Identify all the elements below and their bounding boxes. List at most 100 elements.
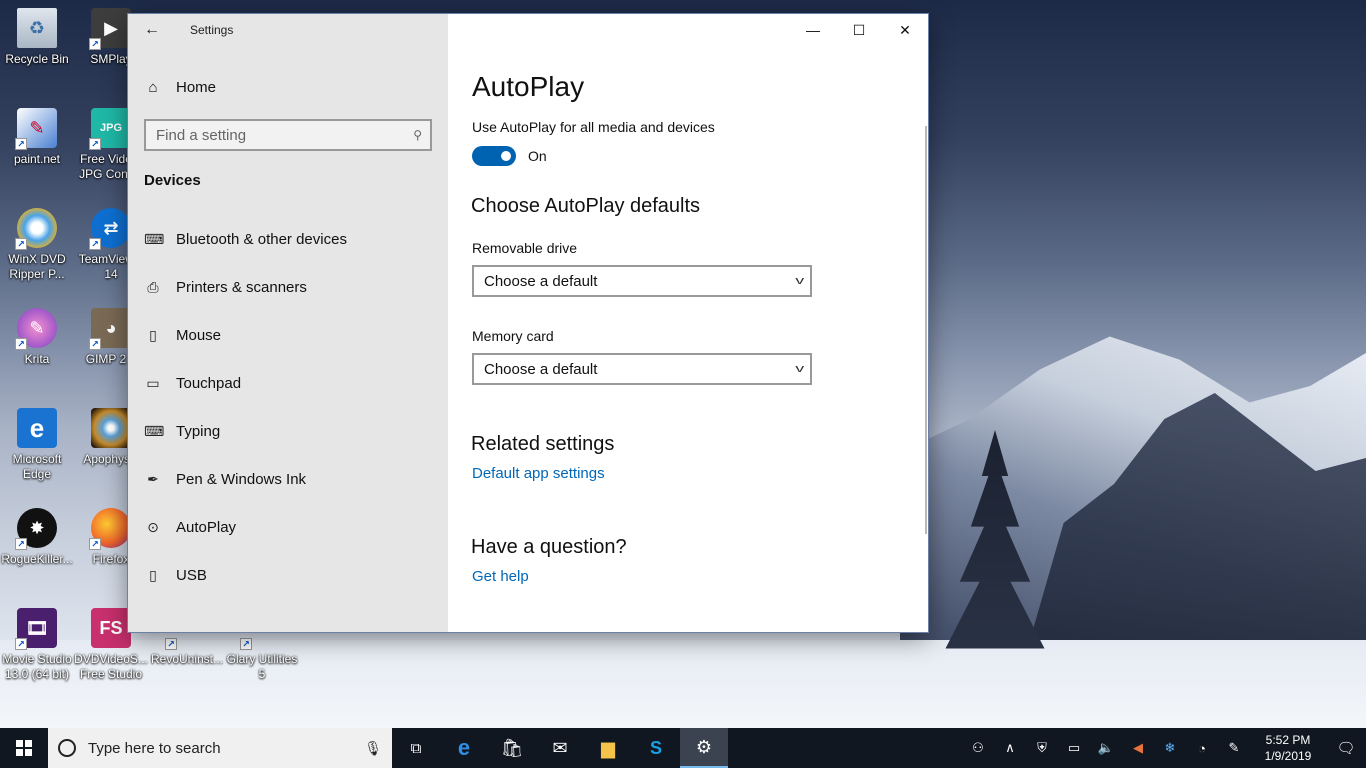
sidebar-item-autoplay[interactable]: ⊙ AutoPlay <box>128 503 448 551</box>
sidebar-item-label: Mouse <box>176 326 222 344</box>
sidebar-item-bluetooth[interactable]: ⌨ Bluetooth & other devices <box>128 215 448 263</box>
desktop-icon-label: RevoUninst... <box>150 652 224 666</box>
home-nav-item[interactable]: ⌂ Home <box>144 74 216 100</box>
mouse-icon: ▯ <box>149 326 157 343</box>
windows-logo-icon <box>16 740 32 756</box>
people-icon[interactable]: ⚇ <box>962 728 994 768</box>
edge-icon[interactable]: e <box>440 728 488 768</box>
get-help-link[interactable]: Get help <box>472 568 529 585</box>
maximize-button[interactable]: ☐ <box>836 14 882 46</box>
clock[interactable]: 5:52 PM 1/9/2019 <box>1250 732 1326 764</box>
cortana-icon <box>58 739 76 757</box>
start-button[interactable] <box>0 728 48 768</box>
speaker-app-icon[interactable]: ◀ <box>1122 728 1154 768</box>
minimize-button[interactable]: — <box>790 14 836 46</box>
paint-net-icon: ✎ ↗ <box>15 108 57 150</box>
sidebar-item-label: Printers & scanners <box>176 278 307 296</box>
teamviewer-icon: ⇄ ↗ <box>89 208 131 250</box>
pen-workspace-icon[interactable]: ✎ <box>1218 728 1250 768</box>
settings-sidebar: ← Settings ⌂ Home Find a setting ⚲ Devic… <box>128 14 448 632</box>
autoplay-icon: ⊙ <box>147 518 159 535</box>
snowflake-icon[interactable]: ❄ <box>1154 728 1186 768</box>
minimize-icon: — <box>806 22 820 38</box>
sidebar-item-printers[interactable]: ⎙ Printers & scanners <box>128 263 448 311</box>
gimp-icon: ◕ ↗ <box>89 308 131 350</box>
title-bar: ← Settings <box>128 14 448 46</box>
edge-icon: e <box>17 408 57 448</box>
search-placeholder: Find a setting <box>156 126 247 144</box>
clock-date: 1/9/2019 <box>1264 749 1312 763</box>
file-explorer-icon[interactable]: ▆ <box>584 728 632 768</box>
chevron-down-icon: v <box>794 363 804 375</box>
sidebar-item-typing[interactable]: ⌨ Typing <box>128 407 448 455</box>
microphone-icon[interactable]: 🎙 <box>364 740 382 757</box>
desktop-icon-edge[interactable]: e Microsoft Edge <box>0 408 74 482</box>
back-button[interactable]: ← <box>128 14 176 46</box>
sidebar-item-usb[interactable]: ▯ USB <box>128 551 448 599</box>
page-title: AutoPlay <box>472 71 585 102</box>
network-icon[interactable]: ◔ <box>1186 728 1218 768</box>
close-icon: ✕ <box>899 21 911 38</box>
sidebar-item-label: Bluetooth & other devices <box>176 230 347 248</box>
sidebar-item-pen[interactable]: ✒ Pen & Windows Ink <box>128 455 448 503</box>
sidebar-item-label: Typing <box>176 422 221 440</box>
sidebar-item-mouse[interactable]: ▯ Mouse <box>128 311 448 359</box>
task-view-icon[interactable]: ⧉ <box>392 728 440 768</box>
back-arrow-icon: ← <box>144 21 160 38</box>
winx-dvd-icon: ↗ <box>15 208 57 250</box>
firefox-icon: ↗ <box>89 508 131 550</box>
default-app-settings-link[interactable]: Default app settings <box>472 465 605 482</box>
autoplay-toggle-label: Use AutoPlay for all media and devices <box>472 119 715 135</box>
apophysis-icon <box>91 408 131 448</box>
sidebar-item-label: Pen & Windows Ink <box>176 470 307 488</box>
defaults-heading: Choose AutoPlay defaults <box>471 195 701 217</box>
recycle-bin-icon: ♻ <box>17 8 57 48</box>
autoplay-toggle[interactable] <box>472 146 516 166</box>
close-button[interactable]: ✕ <box>882 14 928 46</box>
desktop-icon-label: Recycle Bin <box>5 52 69 66</box>
desktop-icon-label: RogueKiller... <box>1 552 73 566</box>
search-icon[interactable]: ⚲ <box>413 128 422 142</box>
window-controls: — ☐ ✕ <box>790 14 928 46</box>
settings-icon[interactable]: ⚙ <box>680 728 728 768</box>
volume-icon[interactable]: 🔈 <box>1090 728 1122 768</box>
desktop-icon-label: Movie Studio 13.0 (64 bit) <box>2 652 72 681</box>
desktop-icon-label: SMPlay <box>90 52 132 66</box>
desktop-icon-label: Glary Utilities 5 <box>226 652 298 681</box>
scrollbar[interactable] <box>925 126 927 534</box>
taskbar: Type here to search 🎙 ⧉ e 🛍 ✉ ▆ S ⚙ ⚇ ∧ … <box>0 728 1366 768</box>
settings-content: — ☐ ✕ AutoPlay Use AutoPlay for all medi… <box>448 14 928 632</box>
system-tray: ⚇ ∧ ⛨ ▭ 🔈 ◀ ❄ ◔ ✎ 5:52 PM 1/9/2019 🗨 <box>962 728 1366 768</box>
defender-icon[interactable]: ⛨ <box>1026 728 1058 768</box>
notification-icon[interactable]: 🗨 <box>1326 728 1366 768</box>
devices-nav-list: ⌨ Bluetooth & other devices ⎙ Printers &… <box>128 215 448 599</box>
chevron-down-icon: v <box>794 275 804 287</box>
smplayer-icon: ▶ ↗ <box>89 8 131 50</box>
skype-icon[interactable]: S <box>632 728 680 768</box>
roguekiller-icon: ✸ ↗ <box>15 508 57 550</box>
desktop-icon-winx-dvd[interactable]: ↗ WinX DVD Ripper P... <box>0 208 74 282</box>
removable-drive-select[interactable]: Choose a default v <box>472 265 812 297</box>
sidebar-item-touchpad[interactable]: ▭ Touchpad <box>128 359 448 407</box>
desktop-icon-label: DVDVideoS... Free Studio <box>74 652 148 681</box>
desktop-icon-recycle-bin[interactable]: ♻ Recycle Bin <box>0 8 74 67</box>
mail-icon[interactable]: ✉ <box>536 728 584 768</box>
related-settings-heading: Related settings <box>471 433 615 455</box>
taskbar-search[interactable]: Type here to search 🎙 <box>48 728 392 768</box>
home-icon: ⌂ <box>148 78 158 96</box>
printer-icon: ⎙ <box>147 278 159 295</box>
desktop-icon-krita[interactable]: ✎ ↗ Krita <box>0 308 74 367</box>
find-setting-input[interactable]: Find a setting ⚲ <box>144 119 432 151</box>
removable-drive-value: Choose a default <box>484 272 598 290</box>
taskbar-search-placeholder: Type here to search <box>88 739 221 757</box>
store-icon[interactable]: 🛍 <box>488 728 536 768</box>
desktop-icon-paint-net[interactable]: ✎ ↗ paint.net <box>0 108 74 167</box>
desktop-icon-movie-studio[interactable]: 🎞 ↗ Movie Studio 13.0 (64 bit) <box>0 608 74 682</box>
sidebar-item-label: AutoPlay <box>176 518 237 536</box>
chevron-up-icon[interactable]: ∧ <box>994 728 1026 768</box>
section-title: Devices <box>144 172 201 189</box>
desktop-icon-roguekiller[interactable]: ✸ ↗ RogueKiller... <box>0 508 74 567</box>
battery-icon[interactable]: ▭ <box>1058 728 1090 768</box>
memory-card-select[interactable]: Choose a default v <box>472 353 812 385</box>
toggle-state-label: On <box>528 148 547 164</box>
